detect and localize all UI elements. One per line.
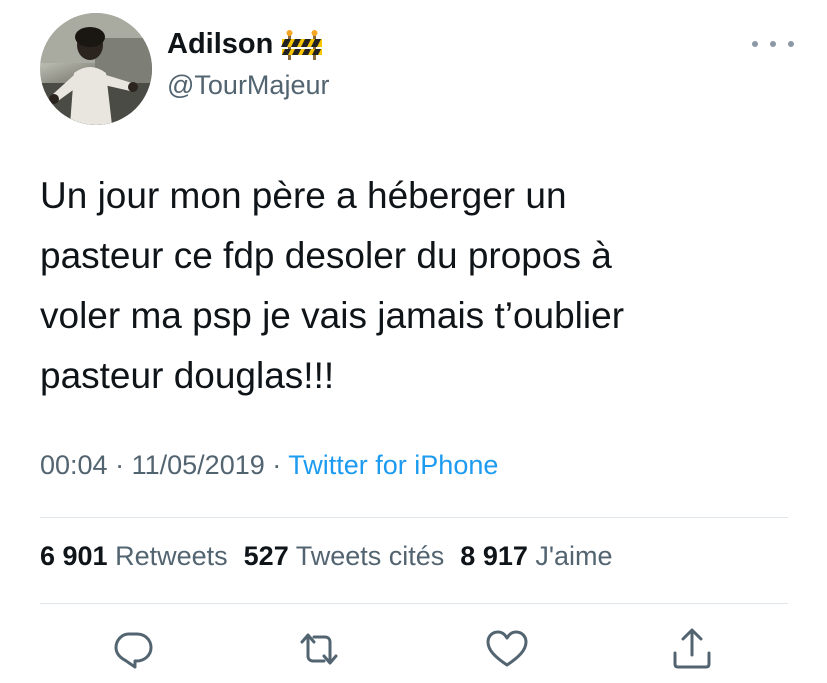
retweet-icon (300, 633, 338, 665)
retweet-button[interactable] (296, 626, 342, 672)
likes-count: 8 917 (460, 541, 528, 571)
display-name-row[interactable]: Adilson (167, 28, 323, 61)
tweet-source-link[interactable]: Twitter for iPhone (288, 450, 498, 480)
tweet-text: Un jour mon père a héberger un pasteur c… (40, 166, 760, 406)
avatar[interactable] (40, 13, 152, 125)
tweet-date[interactable]: 11/05/2019 (132, 450, 265, 480)
quote-tweets-stat[interactable]: 527 Tweets cités (244, 541, 445, 572)
construction-barrier-icon (281, 29, 323, 60)
more-options-button[interactable] (752, 30, 794, 58)
quote-tweets-label: Tweets cités (295, 541, 445, 571)
tweet-text-line: voler ma psp je vais jamais t’oublier (40, 295, 625, 336)
retweets-stat[interactable]: 6 901 Retweets (40, 541, 228, 572)
quote-tweets-count: 527 (243, 541, 289, 571)
tweet-text-line: pasteur douglas!!! (40, 355, 335, 396)
meta-separator: · (272, 450, 282, 480)
likes-label: J'aime (535, 541, 613, 571)
likes-stat[interactable]: 8 917 J'aime (460, 541, 612, 572)
share-icon (673, 628, 711, 669)
avatar-image (40, 13, 152, 125)
display-name[interactable]: Adilson (167, 28, 273, 61)
tweet-actions (0, 626, 827, 672)
divider (40, 603, 788, 604)
user-handle[interactable]: @TourMajeur (167, 70, 329, 101)
more-dot-icon (770, 41, 776, 47)
divider (40, 517, 788, 518)
like-button[interactable] (484, 626, 530, 672)
meta-separator: · (115, 450, 125, 480)
retweets-label: Retweets (115, 541, 228, 571)
reply-button[interactable] (110, 626, 156, 672)
reply-icon (114, 632, 153, 669)
tweet-meta: 00:04 · 11/05/2019 · Twitter for iPhone (40, 450, 498, 481)
more-dot-icon (752, 41, 758, 47)
tweet-time[interactable]: 00:04 (40, 450, 108, 480)
like-icon (486, 630, 528, 667)
tweet-stats: 6 901 Retweets 527 Tweets cités 8 917 J'… (40, 541, 629, 572)
retweets-count: 6 901 (40, 541, 108, 571)
tweet-text-line: Un jour mon père a héberger un (40, 175, 567, 216)
share-button[interactable] (669, 626, 715, 672)
tweet-text-line: pasteur ce fdp desoler du propos à (40, 235, 612, 276)
more-dot-icon (788, 41, 794, 47)
